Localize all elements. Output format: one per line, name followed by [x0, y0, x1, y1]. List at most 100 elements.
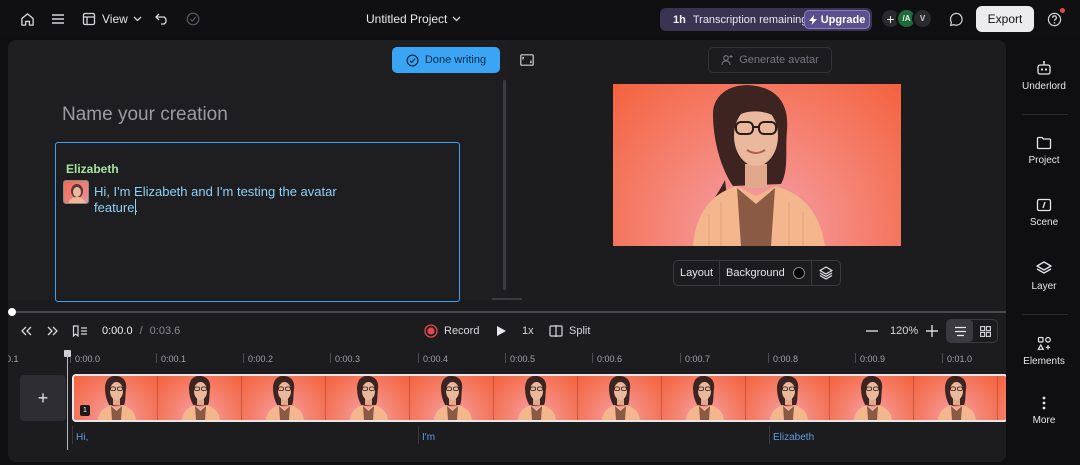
video-preview[interactable]: [613, 84, 901, 246]
layers-button[interactable]: [812, 261, 840, 285]
current-time: 0:00.0: [102, 325, 133, 337]
export-button[interactable]: Export: [976, 6, 1034, 32]
expand-preview-icon[interactable]: [520, 54, 534, 66]
rail-label: More: [1032, 415, 1056, 426]
chat-icon[interactable]: [946, 9, 966, 29]
generate-avatar-button[interactable]: Generate avatar: [708, 47, 832, 73]
transcription-pill[interactable]: 1h Transcription remaining Upgrade: [660, 8, 872, 31]
record-label: Record: [444, 325, 480, 337]
project-chevron-icon[interactable]: [446, 9, 466, 29]
layers-icon: [1036, 261, 1052, 274]
layout-button[interactable]: Layout: [674, 261, 721, 285]
clip-index-badge: 1: [80, 405, 90, 416]
script-editor: Done writing Name your creation Elizabet…: [8, 40, 508, 302]
ruler-label: 0:00.5: [510, 354, 536, 364]
home-icon[interactable]: [17, 9, 37, 29]
caption-word[interactable]: Hi,: [72, 426, 417, 444]
zoom-in-icon[interactable]: [926, 322, 938, 340]
timeline-resize-handle[interactable]: [492, 298, 522, 300]
lightning-icon: [808, 14, 817, 25]
upgrade-button[interactable]: Upgrade: [804, 10, 870, 29]
timeline-scrubber[interactable]: [8, 311, 1006, 313]
ruler-tick: [855, 353, 856, 363]
done-writing-button[interactable]: Done writing: [392, 47, 500, 73]
view-menu-button[interactable]: View: [102, 12, 128, 26]
rail-label: Scene: [1029, 217, 1059, 228]
playhead[interactable]: [67, 354, 68, 450]
timeline-view-icon[interactable]: [947, 320, 973, 342]
split-label: Split: [569, 325, 591, 337]
clip-frame: [578, 376, 662, 420]
script-line[interactable]: Hi, I'm Elizabeth and I'm testing the av…: [94, 184, 382, 215]
caption-word[interactable]: Elizabeth: [769, 426, 1005, 444]
background-color-swatch[interactable]: [792, 267, 805, 279]
panel-splitter[interactable]: [503, 80, 506, 290]
more-vertical-icon: [1042, 396, 1046, 410]
rail-item-elements[interactable]: Elements: [1010, 336, 1078, 367]
undo-icon[interactable]: [152, 9, 172, 29]
avatar-figure: [693, 85, 825, 246]
elements-icon: [1036, 336, 1051, 350]
generate-avatar-label: Generate avatar: [739, 54, 819, 66]
clip-frame: [242, 376, 326, 420]
caption-word[interactable]: I'm: [418, 426, 768, 444]
done-writing-label: Done writing: [424, 54, 487, 66]
ruler-tick: [243, 353, 244, 363]
ruler-tick: [592, 353, 593, 363]
clip-frame: [662, 376, 746, 420]
background-button[interactable]: Background: [720, 261, 812, 285]
rail-item-scene[interactable]: Scene: [1010, 198, 1078, 228]
creation-name-input[interactable]: Name your creation: [62, 104, 228, 126]
rail-divider: [1022, 314, 1068, 315]
rail-item-underlord[interactable]: Underlord: [1010, 60, 1078, 92]
robot-icon: [1037, 61, 1051, 75]
project-title[interactable]: Untitled Project: [366, 12, 447, 26]
skip-back-icon[interactable]: [20, 322, 32, 340]
menu-icon[interactable]: [48, 9, 68, 29]
speaker-avatar-thumbnail[interactable]: [63, 180, 89, 204]
zoom-out-icon[interactable]: [866, 322, 878, 340]
add-track-button[interactable]: +: [20, 375, 66, 421]
ruler-tick: [156, 353, 157, 363]
ruler-tick: [505, 353, 506, 363]
view-layout-icon[interactable]: [79, 9, 99, 29]
record-button[interactable]: Record: [424, 322, 479, 340]
top-bar: View Untitled Project 1h Transcription r…: [0, 0, 1080, 38]
split-icon: [549, 325, 563, 337]
collaborators: + /A V: [880, 8, 934, 30]
avatar-sparkle-icon: [721, 55, 733, 66]
rail-item-layer[interactable]: Layer: [1010, 261, 1078, 292]
ruler-label: 0:00.6: [597, 354, 623, 364]
avatar[interactable]: V: [912, 8, 933, 29]
rail-item-more[interactable]: More: [1010, 396, 1078, 426]
video-clip[interactable]: 1: [72, 374, 1006, 422]
clip-frame: [158, 376, 242, 420]
time-separator: /: [139, 325, 143, 337]
skip-forward-icon[interactable]: [47, 322, 59, 340]
speed-button[interactable]: 1x: [522, 322, 534, 340]
rail-item-project[interactable]: Project: [1010, 136, 1078, 166]
ruler-label: 0:00.1: [161, 354, 187, 364]
script-line-text: Hi, I'm Elizabeth and I'm testing the av…: [94, 184, 337, 215]
script-textbox[interactable]: Elizabeth Hi, I'm Elizabeth and I'm test…: [55, 142, 460, 302]
ruler-tick: [768, 353, 769, 363]
preview-controls: Layout Background: [673, 260, 841, 286]
clip-frame: [830, 376, 914, 420]
clip-frame: [998, 376, 1006, 420]
grid-view-icon[interactable]: [973, 320, 997, 342]
check-circle-icon[interactable]: [183, 9, 203, 29]
play-icon: [497, 326, 506, 336]
zoom-level: 120%: [890, 325, 919, 337]
timeline-ruler[interactable]: 0.1 0:00.0 0:00.1 0:00.2 0:00.3 0:00.4 0…: [8, 348, 1006, 368]
speaker-name[interactable]: Elizabeth: [66, 162, 119, 176]
marker-list-icon[interactable]: [72, 322, 88, 340]
view-mode-toggle: [946, 319, 998, 343]
timeline-toolbar: 0:00.0 / 0:03.6 Record 1x Split 120%: [8, 318, 1006, 344]
scrubber-knob[interactable]: [8, 308, 16, 316]
ruler-label: 0:01.0: [947, 354, 973, 364]
chevron-down-icon[interactable]: [127, 9, 147, 29]
ruler-tick: [680, 353, 681, 363]
split-button[interactable]: Split: [549, 322, 590, 340]
ruler-tick: [330, 353, 331, 363]
play-button[interactable]: [496, 322, 507, 340]
